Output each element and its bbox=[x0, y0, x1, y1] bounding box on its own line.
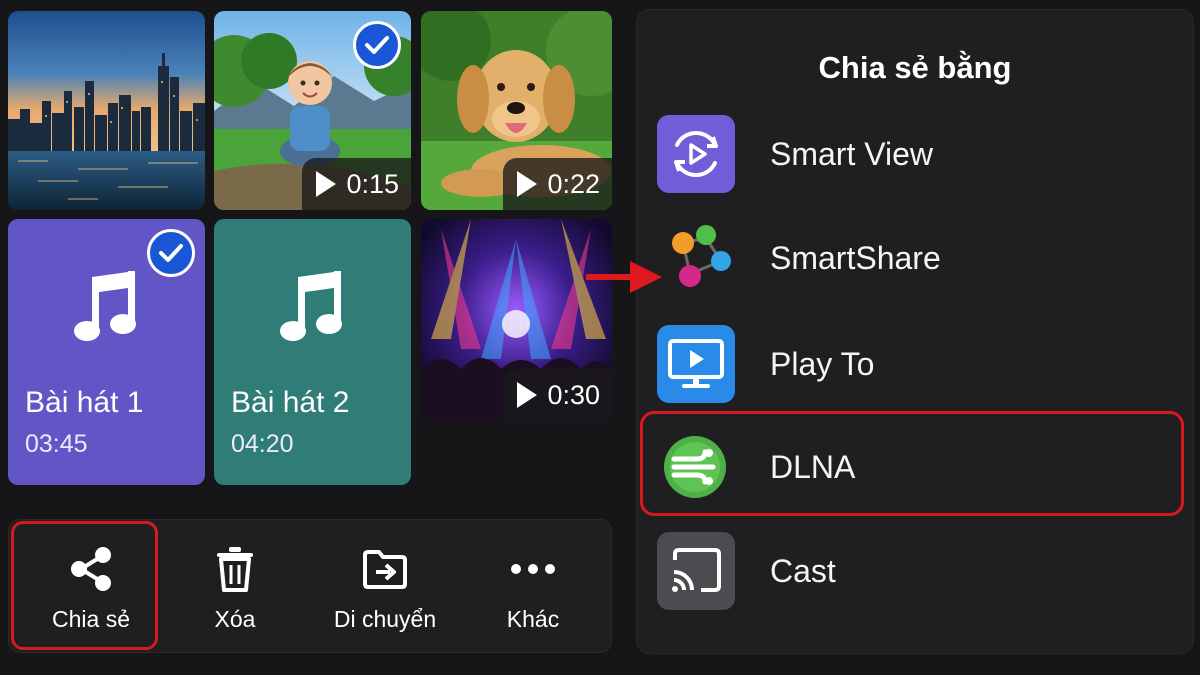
music-note-icon bbox=[74, 271, 136, 341]
share-button[interactable]: Chia sẻ bbox=[31, 520, 151, 654]
share-option-label: SmartShare bbox=[770, 239, 941, 276]
video-duration-badge: 0:30 bbox=[503, 369, 612, 421]
gallery-item-dog-video[interactable]: 0:22 bbox=[421, 11, 612, 210]
song-length: 03:45 bbox=[25, 430, 88, 458]
delete-label: Xóa bbox=[214, 606, 256, 632]
gallery-item-song-2[interactable]: Bài hát 2 04:20 bbox=[214, 219, 411, 485]
gallery-item-toddler-video[interactable]: 0:15 bbox=[214, 11, 411, 210]
song-title: Bài hát 2 bbox=[231, 386, 350, 419]
video-duration: 0:30 bbox=[547, 379, 600, 410]
selected-check-icon[interactable] bbox=[353, 21, 401, 69]
share-label: Chia sẻ bbox=[52, 606, 130, 632]
share-option-play-to[interactable]: Play To bbox=[657, 321, 1177, 407]
share-option-smartshare[interactable]: SmartShare bbox=[657, 215, 1177, 301]
more-button[interactable]: Khác bbox=[483, 520, 583, 654]
song-title: Bài hát 1 bbox=[25, 386, 144, 419]
more-label: Khác bbox=[506, 606, 560, 632]
share-option-smart-view[interactable]: Smart View bbox=[657, 111, 1177, 197]
gallery-item-city-photo[interactable] bbox=[8, 11, 205, 210]
video-duration: 0:22 bbox=[547, 168, 600, 199]
play-icon bbox=[517, 171, 538, 197]
trash-icon bbox=[217, 547, 253, 592]
share-icon bbox=[71, 547, 111, 591]
folder-move-icon bbox=[363, 550, 407, 589]
music-note-icon bbox=[280, 271, 342, 341]
gallery-item-concert-video[interactable]: 0:30 bbox=[421, 219, 612, 421]
more-dots-icon bbox=[511, 564, 555, 574]
video-duration: 0:15 bbox=[346, 168, 399, 199]
smartshare-icon bbox=[657, 219, 735, 297]
share-option-dlna[interactable]: DLNA bbox=[657, 424, 1177, 510]
move-button[interactable]: Di chuyển bbox=[325, 520, 445, 654]
play-icon bbox=[517, 382, 538, 408]
share-option-label: Cast bbox=[770, 552, 836, 589]
red-arrow-icon bbox=[586, 261, 662, 293]
city-skyline-image bbox=[8, 11, 205, 210]
dlna-icon bbox=[657, 428, 735, 506]
play-icon bbox=[316, 171, 337, 197]
gallery-item-song-1[interactable]: Bài hát 1 03:45 bbox=[8, 219, 205, 485]
delete-button[interactable]: Xóa bbox=[185, 520, 285, 654]
smart-view-icon bbox=[657, 115, 735, 193]
song-length: 04:20 bbox=[231, 430, 294, 458]
play-to-icon bbox=[657, 325, 735, 403]
video-duration-badge: 0:22 bbox=[503, 158, 612, 210]
share-sheet: Chia sẻ bằng Smart View SmartShare Play … bbox=[636, 9, 1194, 654]
share-option-label: Play To bbox=[770, 345, 875, 382]
share-sheet-title: Chia sẻ bằng bbox=[818, 50, 1012, 85]
share-option-cast[interactable]: Cast bbox=[657, 528, 1177, 614]
bottom-action-bar: Chia sẻ Xóa Di chuyển Khác bbox=[8, 519, 612, 653]
video-duration-badge: 0:15 bbox=[302, 158, 411, 210]
share-option-label: Smart View bbox=[770, 135, 934, 172]
move-label: Di chuyển bbox=[333, 606, 437, 632]
selected-check-icon[interactable] bbox=[147, 229, 195, 277]
cast-icon bbox=[657, 532, 735, 610]
share-option-label: DLNA bbox=[770, 448, 856, 485]
